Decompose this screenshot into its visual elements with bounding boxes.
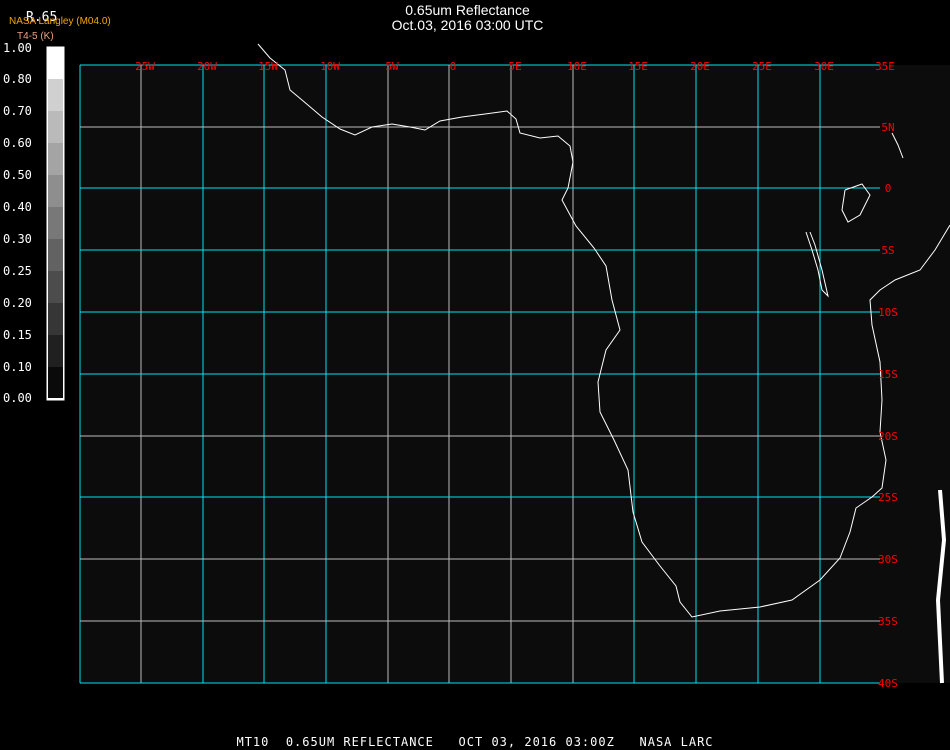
colorbar-swatch [48,239,63,271]
latitude-label: 25S [878,491,898,504]
colorbar-swatch [48,271,63,303]
colorbar-swatch [48,367,63,398]
longitude-label: 5W [385,60,399,73]
colorbar-swatch [48,175,63,207]
longitude-label: 15E [628,60,648,73]
longitude-label: 0 [450,60,457,73]
longitude-label: 30E [814,60,834,73]
longitude-label: 35E [875,60,895,73]
colorbar-swatch [48,143,63,175]
colorbar-swatch [48,111,63,143]
satellite-image-viewer: 0.65um Reflectance Oct.03, 2016 03:00 UT… [0,0,950,750]
map-panel: 25W 20W 15W 10W 5W 0 5E 10E 15E 20E 25E 30E 35E 5N 0 5S… [46,43,950,690]
latitude-label: 0 [885,182,892,195]
colorbar-swatch [48,79,63,111]
latitude-label: 40S [878,677,898,690]
longitude-label: 20E [690,60,710,73]
longitude-label: 20W [197,60,217,73]
colorbar-swatch [48,207,63,239]
longitude-label: 10W [320,60,340,73]
longitude-label: 10E [567,60,587,73]
colorbar-swatch [48,48,63,79]
colorbar-swatch [48,335,63,367]
latitude-label: 5N [881,121,894,134]
longitude-label: 5E [508,60,521,73]
latitude-label: 20S [878,430,898,443]
latitude-label: 15S [878,368,898,381]
latitude-label: 10S [878,306,898,319]
latitude-label: 35S [878,615,898,628]
longitude-label: 15W [258,60,278,73]
footer-caption: MT10 0.65UM REFLECTANCE OCT 03, 2016 03:… [236,735,714,749]
latitude-label: 5S [881,244,894,257]
latitude-label: 30S [878,553,898,566]
longitude-label: 25W [135,60,155,73]
longitude-label: 25E [752,60,772,73]
colorbar-swatch [48,303,63,335]
